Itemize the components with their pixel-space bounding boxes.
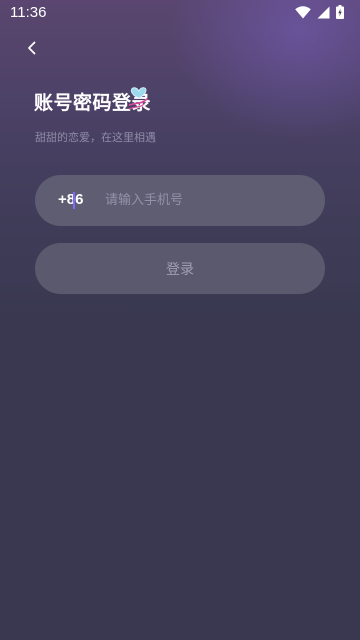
text-cursor — [73, 192, 75, 209]
status-icons — [295, 4, 344, 23]
phone-field[interactable]: +86 — [35, 175, 325, 226]
cell-signal-icon — [317, 4, 330, 23]
page-subtitle: 甜甜的恋爱，在这里相遇 — [35, 131, 156, 144]
phone-input[interactable] — [105, 185, 305, 216]
login-button[interactable]: 登录 — [35, 243, 325, 294]
status-bar: 11:36 — [0, 0, 360, 26]
login-screen: 11:36 账号密码登录 甜甜的恋爱，在这里相遇 +86 请输入手机号 登录 — [0, 0, 360, 640]
status-time: 11:36 — [10, 4, 47, 21]
chevron-left-icon — [28, 41, 36, 55]
wifi-icon — [295, 4, 311, 23]
country-code[interactable]: +86 — [58, 191, 83, 208]
title-block: 账号密码登录 — [34, 87, 151, 115]
back-button[interactable] — [22, 38, 42, 58]
heart-icon — [126, 82, 153, 116]
battery-icon — [336, 4, 344, 23]
